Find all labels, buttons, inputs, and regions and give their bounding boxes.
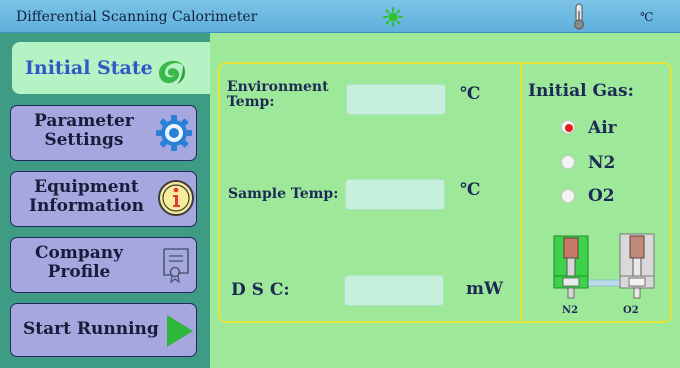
app-title: Differential Scanning Calorimeter [16, 9, 258, 25]
nav-initial-state[interactable]: Initial State [12, 42, 210, 94]
certificate-icon [163, 248, 189, 283]
n2-valve-icon [553, 235, 589, 299]
n2-valve-caption: N2 [562, 305, 579, 316]
solenoid-valves-diagram [553, 233, 655, 299]
nav-company-profile[interactable]: Company Profile [10, 237, 197, 293]
gear-icon [156, 115, 192, 151]
title-bar: Differential Scanning Calorimeter ℃ [0, 0, 680, 33]
green-sun-icon [383, 7, 403, 27]
nav-start-running-label: Start Running [23, 319, 159, 339]
environment-temp-field[interactable] [346, 84, 446, 115]
gas-n2-radio[interactable] [561, 155, 575, 169]
green-swirl-icon [159, 60, 185, 84]
o2-valve-caption: O2 [623, 305, 639, 316]
nav-equipment-information[interactable]: Equipment Information [10, 171, 197, 227]
initial-state-panel: Environment Temp: ℃ Sample Temp: ℃ D S C… [218, 62, 672, 323]
thermometer-icon [574, 3, 584, 30]
play-icon [167, 315, 193, 347]
panel-divider [520, 64, 522, 321]
dsc-unit: mW [466, 279, 504, 299]
nav-start-running[interactable]: Start Running [10, 303, 197, 357]
sample-temp-field[interactable] [345, 179, 445, 210]
nav-company-profile-label: Company Profile [35, 243, 123, 282]
gas-air-label[interactable]: Air [588, 118, 617, 138]
nav-parameter-settings-label: Parameter Settings [34, 111, 134, 150]
temperature-unit: ℃ [640, 10, 654, 24]
environment-temp-label: Environment Temp: [227, 79, 329, 110]
initial-gas-title: Initial Gas: [528, 81, 634, 101]
gas-o2-radio[interactable] [561, 189, 575, 203]
gas-air-radio[interactable] [561, 120, 575, 134]
o2-valve-icon [619, 233, 655, 299]
dsc-label: D S C: [231, 280, 290, 300]
nav-equipment-information-label: Equipment Information [29, 177, 144, 216]
info-icon [158, 180, 194, 216]
sample-temp-unit: ℃ [460, 180, 481, 200]
gas-o2-label[interactable]: O2 [588, 186, 615, 206]
nav-parameter-settings[interactable]: Parameter Settings [10, 105, 197, 161]
environment-temp-unit: ℃ [460, 84, 481, 104]
nav-initial-state-label: Initial State [25, 57, 153, 79]
gas-n2-label[interactable]: N2 [588, 153, 615, 173]
dsc-field[interactable] [344, 275, 444, 306]
sample-temp-label: Sample Temp: [228, 186, 339, 202]
